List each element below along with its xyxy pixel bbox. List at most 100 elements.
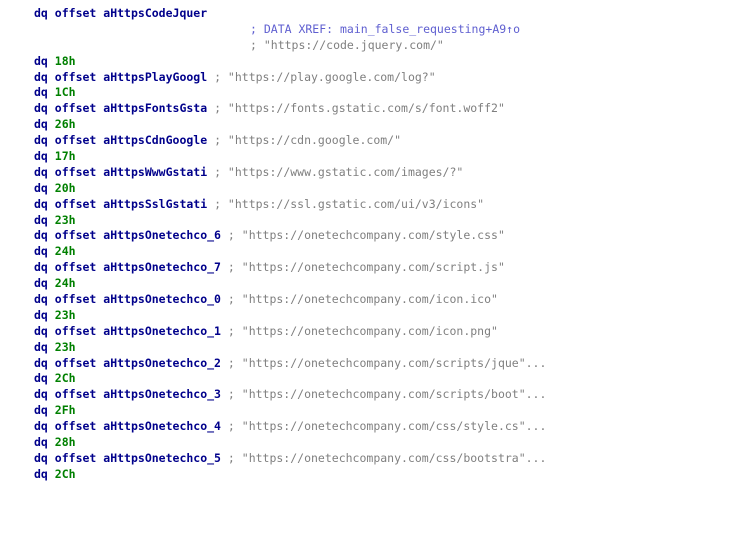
operand-label[interactable]: aHttpsOnetechco_0 [103, 292, 221, 306]
offset-keyword: offset [54, 164, 97, 179]
mnemonic: dq [34, 387, 48, 402]
listing-line[interactable]: dq 2Ch [34, 371, 747, 387]
offset-keyword: offset [54, 133, 97, 148]
listing-line[interactable]: dq 2Fh [34, 403, 747, 419]
listing-line[interactable]: dq 20h [34, 181, 747, 197]
operand-label[interactable]: aHttpsOnetechco_2 [103, 356, 221, 370]
operand-label[interactable]: aHttpsFontsGsta [103, 101, 207, 115]
operand-label[interactable]: aHttpsSslGstati [103, 197, 207, 211]
listing-line[interactable]: dq offset aHttpsPlayGoogl ; "https://pla… [34, 70, 747, 86]
mnemonic: dq [34, 85, 48, 100]
string-comment: ; "https://onetechcompany.com/css/bootst… [227, 450, 547, 465]
listing-line[interactable]: dq 2Ch [34, 467, 747, 483]
offset-keyword: offset [54, 196, 97, 211]
mnemonic: dq [34, 466, 48, 481]
listing-line[interactable]: dq offset aHttpsOnetechco_4 ; "https://o… [34, 419, 747, 435]
listing-line[interactable]: dq 23h [34, 340, 747, 356]
listing-line[interactable]: dq offset aHttpsOnetechco_1 ; "https://o… [34, 324, 747, 340]
string-comment: ; "https://www.gstatic.com/images/?" [214, 164, 464, 179]
string-comment: ; "https://cdn.google.com/" [214, 133, 402, 148]
numeric-value: 28h [54, 435, 76, 450]
mnemonic: dq [34, 292, 48, 307]
offset-keyword: offset [54, 260, 97, 275]
mnemonic: dq [34, 244, 48, 259]
numeric-value: 17h [54, 149, 76, 164]
operand-label[interactable]: aHttpsCodeJquer [103, 6, 207, 20]
string-comment: ; "https://onetechcompany.com/style.css" [227, 228, 505, 243]
mnemonic: dq [34, 371, 48, 386]
string-comment: ; "https://fonts.gstatic.com/s/font.woff… [214, 101, 505, 116]
string-comment: ; "https://onetechcompany.com/scripts/bo… [227, 387, 547, 402]
offset-keyword: offset [54, 387, 97, 402]
mnemonic: dq [34, 307, 48, 322]
listing-line[interactable]: dq 26h [34, 117, 747, 133]
listing-line-header[interactable]: dq offset aHttpsCodeJquer [34, 6, 747, 22]
string-comment: ; "https://onetechcompany.com/icon.png" [227, 323, 498, 338]
mnemonic: dq [34, 69, 48, 84]
listing-line[interactable]: dq 24h [34, 244, 747, 260]
mnemonic: dq [34, 419, 48, 434]
mnemonic: dq [34, 53, 48, 68]
operand-label[interactable]: aHttpsOnetechco_6 [103, 228, 221, 242]
listing-line[interactable]: dq 28h [34, 435, 747, 451]
offset-keyword: offset [54, 69, 97, 84]
mnemonic: dq [34, 355, 48, 370]
offset-keyword: offset [54, 323, 97, 338]
numeric-value: 23h [54, 339, 76, 354]
listing-line[interactable]: dq offset aHttpsOnetechco_5 ; "https://o… [34, 451, 747, 467]
numeric-value: 24h [54, 276, 76, 291]
listing-line[interactable]: dq 23h [34, 308, 747, 324]
mnemonic: dq [34, 164, 48, 179]
listing-line[interactable]: dq offset aHttpsOnetechco_0 ; "https://o… [34, 292, 747, 308]
listing-line[interactable]: dq 24h [34, 276, 747, 292]
operand-label[interactable]: aHttpsOnetechco_1 [103, 324, 221, 338]
mnemonic: dq [34, 212, 48, 227]
numeric-value: 2Ch [54, 466, 76, 481]
offset-keyword: offset [54, 101, 97, 116]
string-comment-line: ; "https://code.jquery.com/" [34, 38, 747, 54]
operand-label[interactable]: aHttpsOnetechco_3 [103, 387, 221, 401]
numeric-value: 2Ch [54, 371, 76, 386]
mnemonic: dq [34, 133, 48, 148]
string-comment: ; "https://onetechcompany.com/css/style.… [227, 419, 547, 434]
operand-label[interactable]: aHttpsWwwGstati [103, 165, 207, 179]
listing-line[interactable]: dq offset aHttpsFontsGsta ; "https://fon… [34, 101, 747, 117]
mnemonic: dq [34, 180, 48, 195]
listing-line[interactable]: dq 1Ch [34, 85, 747, 101]
string-comment: ; "https://onetechcompany.com/script.js" [227, 260, 505, 275]
listing-line[interactable]: dq offset aHttpsOnetechco_7 ; "https://o… [34, 260, 747, 276]
operand-label[interactable]: aHttpsPlayGoogl [103, 70, 207, 84]
mnemonic: dq [34, 276, 48, 291]
numeric-value: 24h [54, 244, 76, 259]
listing-line[interactable]: dq offset aHttpsCdnGoogle ; "https://cdn… [34, 133, 747, 149]
numeric-value: 18h [54, 53, 76, 68]
numeric-value: 23h [54, 212, 76, 227]
listing-line[interactable]: dq 23h [34, 213, 747, 229]
disassembly-listing: dq offset aHttpsCodeJquer ; DATA XREF: m… [34, 6, 747, 483]
offset-keyword: offset [54, 355, 97, 370]
listing-line[interactable]: dq 17h [34, 149, 747, 165]
string-comment: ; "https://play.google.com/log?" [214, 69, 436, 84]
listing-line[interactable]: dq 18h [34, 54, 747, 70]
mnemonic: dq [34, 228, 48, 243]
operand-label[interactable]: aHttpsCdnGoogle [103, 133, 207, 147]
string-comment: ; "https://onetechcompany.com/scripts/jq… [227, 355, 547, 370]
mnemonic: dq [34, 196, 48, 211]
numeric-value: 26h [54, 117, 76, 132]
numeric-value: 23h [54, 307, 76, 322]
listing-line[interactable]: dq offset aHttpsOnetechco_6 ; "https://o… [34, 228, 747, 244]
listing-line[interactable]: dq offset aHttpsOnetechco_3 ; "https://o… [34, 387, 747, 403]
listing-line[interactable]: dq offset aHttpsSslGstati ; "https://ssl… [34, 197, 747, 213]
mnemonic: dq [34, 6, 48, 20]
offset-keyword: offset [54, 450, 97, 465]
operand-label[interactable]: aHttpsOnetechco_5 [103, 451, 221, 465]
mnemonic: dq [34, 403, 48, 418]
listing-line[interactable]: dq offset aHttpsOnetechco_2 ; "https://o… [34, 356, 747, 372]
operand-label[interactable]: aHttpsOnetechco_7 [103, 260, 221, 274]
mnemonic: dq [34, 149, 48, 164]
listing-line[interactable]: dq offset aHttpsWwwGstati ; "https://www… [34, 165, 747, 181]
mnemonic: dq [34, 435, 48, 450]
xref-comment-line: ; DATA XREF: main_false_requesting+A9↑o [34, 22, 747, 38]
operand-label[interactable]: aHttpsOnetechco_4 [103, 419, 221, 433]
xref-comment[interactable]: ; DATA XREF: main_false_requesting+A9↑o [250, 22, 520, 36]
